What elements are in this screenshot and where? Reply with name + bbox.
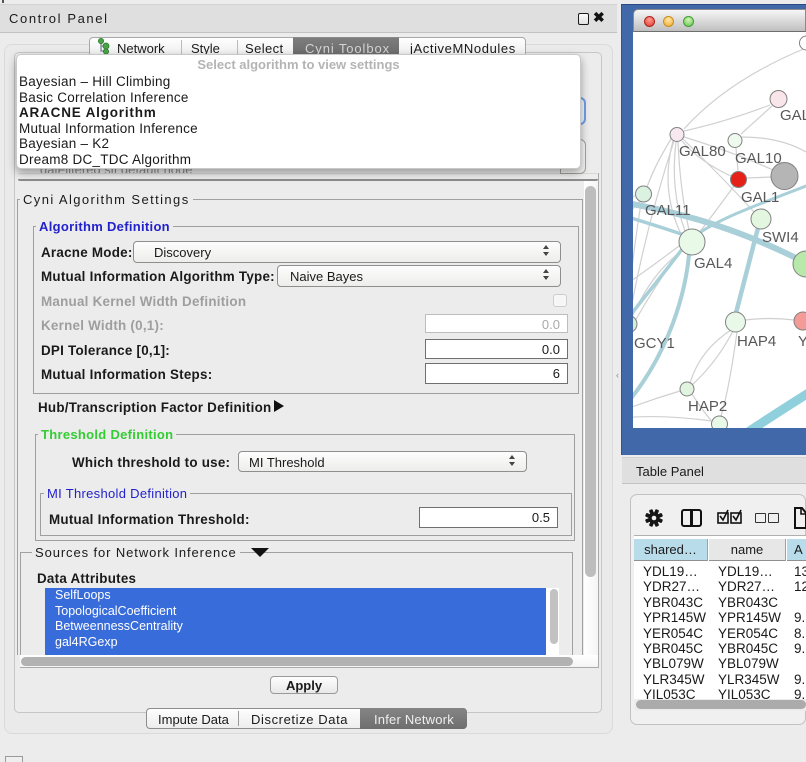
svg-text:HAP2: HAP2	[688, 398, 727, 415]
svg-text:GAL4: GAL4	[694, 255, 732, 272]
svg-text:HAP4: HAP4	[737, 333, 776, 350]
svg-text:GAL80: GAL80	[679, 143, 726, 160]
svg-text:GAL10: GAL10	[735, 150, 782, 167]
svg-text:GAL1: GAL1	[741, 189, 779, 206]
svg-text:GCY1: GCY1	[634, 335, 675, 352]
svg-text:GAL7: GAL7	[780, 107, 806, 124]
svg-text:SWI4: SWI4	[762, 229, 799, 246]
svg-text:Y: Y	[798, 333, 806, 350]
svg-text:GAL11: GAL11	[645, 202, 691, 219]
